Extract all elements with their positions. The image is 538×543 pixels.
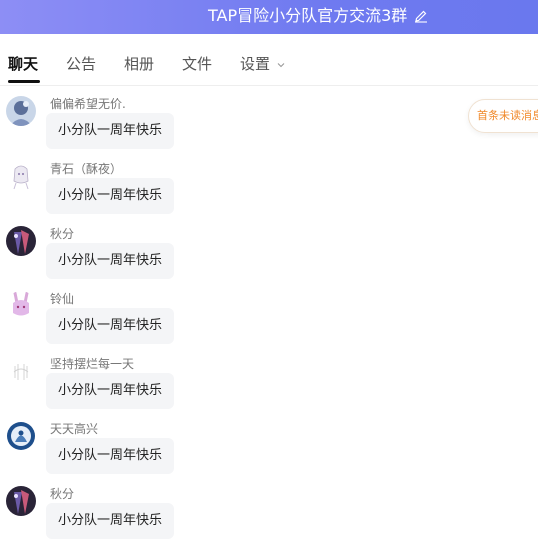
message-bubble[interactable]: 小分队一周年快乐	[46, 503, 175, 539]
sender-name: 秋分	[50, 487, 75, 501]
message-bubble[interactable]: 小分队一周年快乐	[46, 308, 175, 344]
avatar[interactable]	[6, 96, 36, 126]
avatar[interactable]	[6, 486, 36, 516]
sender-name: 青石（酥夜）	[50, 162, 123, 176]
message-bubble[interactable]: 小分队一周年快乐	[46, 373, 175, 409]
tab-settings-label: 设置	[240, 55, 271, 73]
message-item: 秋分 小分队一周年快乐	[0, 226, 470, 290]
avatar[interactable]	[6, 356, 36, 386]
tab-bar: 聊天 公告 相册 文件 设置	[0, 34, 538, 86]
tab-settings[interactable]: 设置	[240, 54, 286, 74]
avatar[interactable]	[6, 421, 36, 451]
message-item: 偏偏希望无价. 小分队一周年快乐	[0, 96, 470, 160]
sender-name: 偏偏希望无价.	[50, 97, 126, 111]
sender-name: 坚持摆烂每一天	[50, 357, 135, 371]
message-bubble[interactable]: 小分队一周年快乐	[46, 113, 175, 149]
message-bubble[interactable]: 小分队一周年快乐	[46, 178, 175, 214]
group-title: TAP冒险小分队官方交流3群	[208, 6, 408, 25]
message-item: 天天高兴 小分队一周年快乐	[0, 421, 470, 485]
sender-name: 秋分	[50, 227, 75, 241]
edit-icon[interactable]	[414, 9, 428, 23]
tab-album[interactable]: 相册	[124, 54, 154, 74]
message-item: 铃仙 小分队一周年快乐	[0, 291, 470, 355]
message-item: 秋分 小分队一周年快乐	[0, 486, 470, 543]
tab-chat[interactable]: 聊天	[8, 54, 38, 74]
message-bubble[interactable]: 小分队一周年快乐	[46, 243, 175, 279]
avatar[interactable]	[6, 226, 36, 256]
avatar[interactable]	[6, 161, 36, 191]
avatar[interactable]	[6, 291, 36, 321]
tab-files[interactable]: 文件	[182, 54, 212, 74]
sender-name: 铃仙	[50, 292, 75, 306]
tab-announcement[interactable]: 公告	[66, 54, 96, 74]
group-title-wrap[interactable]: TAP冒险小分队官方交流3群	[208, 5, 428, 27]
chat-header: TAP冒险小分队官方交流3群	[0, 0, 538, 34]
active-tab-underline	[8, 80, 40, 83]
first-unread-button[interactable]: 首条未读消息	[468, 99, 538, 133]
chevron-down-icon	[277, 62, 285, 67]
sender-name: 天天高兴	[50, 422, 99, 436]
message-item: 坚持摆烂每一天 小分队一周年快乐	[0, 356, 470, 420]
message-item: 青石（酥夜） 小分队一周年快乐	[0, 161, 470, 225]
message-bubble[interactable]: 小分队一周年快乐	[46, 438, 175, 474]
